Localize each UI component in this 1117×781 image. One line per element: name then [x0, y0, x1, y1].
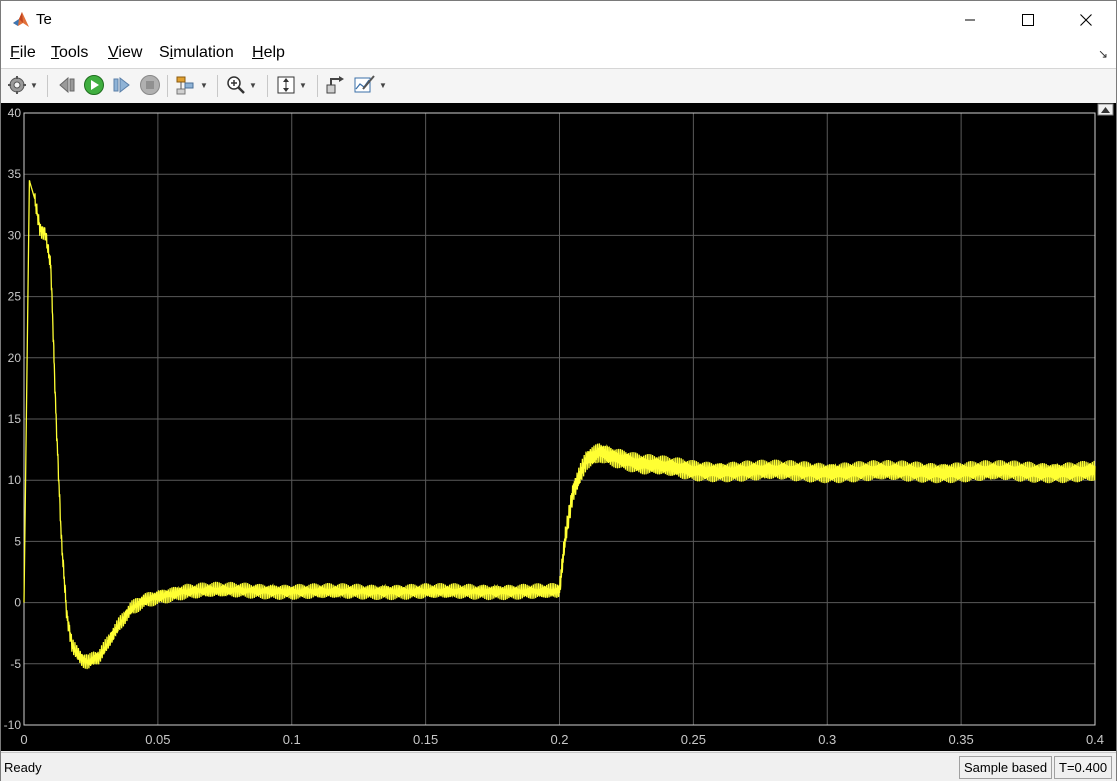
maximize-icon — [1022, 14, 1034, 26]
run-button[interactable] — [83, 74, 105, 96]
chart-svg[interactable]: 0 0.05 0.1 0.15 0.2 0.25 0.3 0.35 0.4 -10 -5 0 5 10 15… — [1, 103, 1116, 751]
signal-select-icon — [176, 76, 194, 95]
stop-icon — [140, 75, 160, 95]
simulation-time: T=0.400 — [1054, 756, 1113, 779]
y-tick-label: 10 — [8, 473, 22, 487]
x-tick-label: 0.35 — [948, 732, 973, 747]
close-button[interactable] — [1063, 1, 1109, 39]
step-forward-icon — [113, 76, 130, 94]
sample-mode-indicator: Sample based — [959, 756, 1053, 779]
step-forward-button[interactable] — [111, 74, 133, 96]
close-icon — [1080, 14, 1092, 26]
menu-bar: File Tools View Simulation Help ↘ — [1, 39, 1116, 68]
scope-window: Te File Tools View Simulation Help ↘ ▼ ▼… — [0, 0, 1117, 781]
fit-dropdown-icon[interactable]: ▼ — [299, 81, 307, 90]
x-tick-label: 0.15 — [413, 732, 438, 747]
fit-to-view-button[interactable]: ▼ — [276, 74, 307, 96]
y-tick-label: 20 — [8, 351, 22, 365]
run-icon — [84, 75, 104, 95]
toolbar: ▼ ▼ ▼ ▼ ▼ — [1, 68, 1116, 104]
style-dropdown-icon[interactable]: ▼ — [379, 81, 387, 90]
signal-select-dropdown-icon[interactable]: ▼ — [200, 81, 208, 90]
x-tick-label: 0 — [20, 732, 27, 747]
y-tick-label: 40 — [8, 106, 22, 120]
title-bar[interactable]: Te — [1, 1, 1116, 39]
minimize-button[interactable] — [947, 1, 993, 39]
menu-simulation[interactable]: Simulation — [159, 44, 234, 62]
y-tick-label: -10 — [4, 718, 22, 732]
x-tick-label: 0.1 — [283, 732, 301, 747]
gear-dropdown-icon[interactable]: ▼ — [30, 81, 38, 90]
stop-button[interactable] — [139, 74, 161, 96]
y-tick-label: 0 — [14, 596, 21, 610]
window-title: Te — [36, 11, 52, 28]
x-tick-label: 0.3 — [818, 732, 836, 747]
gear-icon — [8, 76, 26, 94]
x-tick-label: 0.25 — [681, 732, 706, 747]
matlab-logo-icon — [11, 10, 31, 30]
highlight-block-icon — [326, 76, 344, 94]
y-tick-label: 15 — [8, 412, 22, 426]
zoom-dropdown-icon[interactable]: ▼ — [249, 81, 257, 90]
configuration-button[interactable]: ▼ — [7, 74, 38, 96]
maximize-button[interactable] — [1005, 1, 1051, 39]
fit-axes-icon — [277, 76, 295, 94]
minimize-icon — [965, 19, 975, 21]
status-bar: Ready Sample based T=0.400 — [1, 752, 1116, 781]
y-tick-label: -5 — [10, 657, 21, 671]
status-text: Ready — [4, 760, 42, 775]
step-back-icon — [59, 76, 75, 94]
signal-selection-button[interactable]: ▼ — [175, 74, 208, 96]
y-tick-label: 35 — [8, 167, 22, 181]
menu-help[interactable]: Help — [252, 44, 285, 62]
style-icon — [354, 75, 375, 93]
zoom-in-button[interactable]: ▼ — [226, 74, 257, 96]
dock-arrow-icon[interactable]: ↘ — [1098, 47, 1108, 61]
style-button[interactable]: ▼ — [354, 74, 387, 96]
step-back-button[interactable] — [56, 74, 78, 96]
x-tick-label: 0.05 — [145, 732, 170, 747]
plot-background — [1, 103, 1116, 751]
highlight-block-button[interactable] — [325, 74, 345, 96]
y-tick-label: 25 — [8, 290, 22, 304]
x-tick-label: 0.4 — [1086, 732, 1104, 747]
menu-file[interactable]: File — [10, 44, 36, 62]
y-tick-label: 5 — [14, 534, 21, 548]
menu-tools[interactable]: Tools — [51, 44, 88, 62]
x-tick-label: 0.2 — [550, 732, 568, 747]
menu-view[interactable]: View — [108, 44, 142, 62]
restore-layout-button[interactable] — [1097, 103, 1114, 116]
scope-display[interactable]: 0 0.05 0.1 0.15 0.2 0.25 0.3 0.35 0.4 -10 -5 0 5 10 15… — [1, 103, 1116, 751]
y-tick-label: 30 — [8, 228, 22, 242]
zoom-in-icon — [227, 76, 245, 94]
